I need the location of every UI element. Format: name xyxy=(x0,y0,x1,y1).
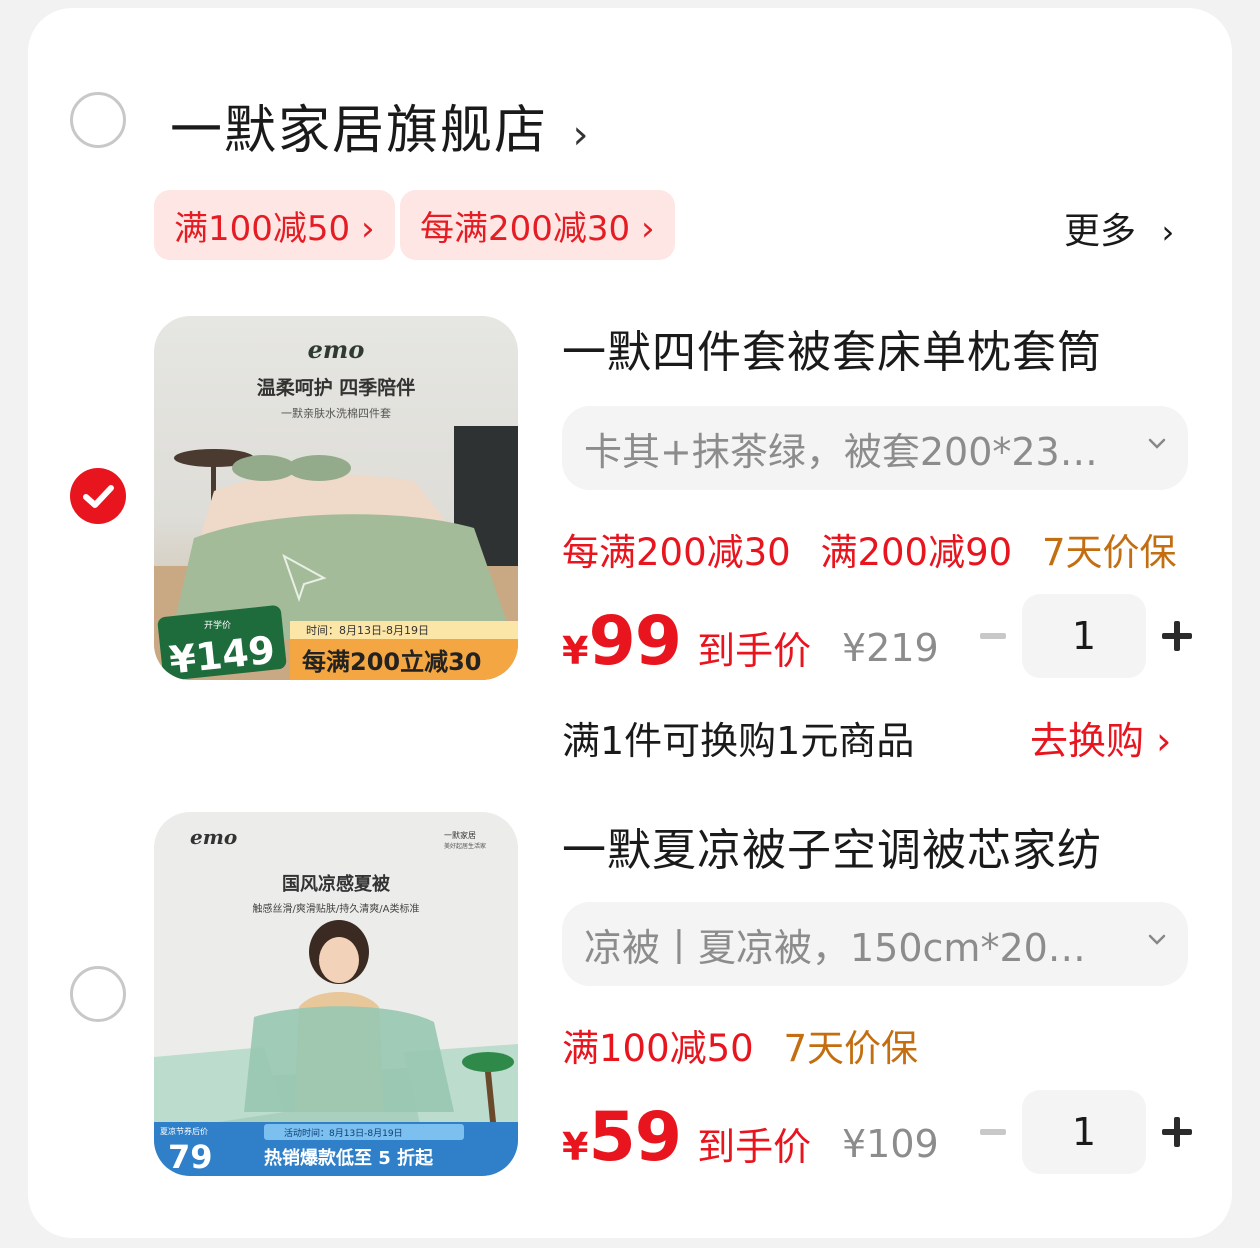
minus-icon[interactable] xyxy=(980,1129,1006,1135)
image-badge-price-text: 79 xyxy=(168,1138,213,1176)
image-event-time-text: 活动时间：8月13日-8月19日 xyxy=(284,1127,403,1139)
image-event-text: 热销爆款低至 5 折起 xyxy=(264,1147,434,1169)
image-event-time-text: 时间：8月13日-8月19日 xyxy=(306,624,429,637)
sku-text: 卡其+抹茶绿，被套200*23… xyxy=(584,429,1098,474)
image-brand-text: emo xyxy=(190,825,237,849)
exchange-offer-text: 满1件可换购1元商品 xyxy=(562,719,915,763)
item-select-radio[interactable] xyxy=(70,468,126,524)
original-price: ¥109 xyxy=(842,1122,939,1166)
price-value: 59 xyxy=(588,1098,682,1177)
more-label: 更多 xyxy=(1064,211,1137,252)
final-price: ¥ 59 到手价 xyxy=(562,1098,811,1177)
image-headline-text: 国风凉感夏被 xyxy=(282,873,391,895)
item-select-radio[interactable] xyxy=(70,966,126,1022)
price-label: 到手价 xyxy=(697,1125,812,1169)
promo-tags: 满100减50 7天价保 xyxy=(562,1018,918,1072)
sku-text: 凉被丨夏凉被，150cm*20… xyxy=(584,925,1086,970)
chevron-right-icon: › xyxy=(1161,213,1175,251)
promo-tag: 每满200减30 xyxy=(562,531,791,574)
promo-tag: 满100减50 xyxy=(562,1027,754,1070)
image-event-text: 每满200立减30 xyxy=(302,648,482,676)
sku-selector[interactable]: 卡其+抹茶绿，被套200*23… xyxy=(562,406,1188,490)
quantity-input[interactable]: 1 xyxy=(1022,1090,1146,1174)
product-title[interactable]: 一默夏凉被子空调被芯家纺 xyxy=(562,814,1102,878)
product-image[interactable]: emo 温柔呵护 四季陪伴 一默亲肤水洗棉四件套 时间：8月13日-8月19日 … xyxy=(154,316,518,680)
more-coupons-button[interactable]: 更多 › xyxy=(1064,202,1174,254)
image-corner-logo: 一默家居 xyxy=(444,830,476,840)
price-label: 到手价 xyxy=(697,629,812,673)
image-corner-sub: 美好起居生活家 xyxy=(444,842,486,850)
store-name-link[interactable]: 一默家居旗舰店 › xyxy=(170,88,591,163)
coupon-chip[interactable]: 满100减50 › xyxy=(154,190,395,260)
promo-tag: 满200减90 xyxy=(820,531,1013,574)
sku-selector[interactable]: 凉被丨夏凉被，150cm*20… xyxy=(562,902,1188,986)
store-card: 一默家居旗舰店 › 满100减50 › 每满200减30 › 更多 › emo … xyxy=(28,8,1232,1238)
store-select-radio[interactable] xyxy=(70,92,126,148)
promo-tags: 每满200减30 满200减90 7天价保 xyxy=(562,522,1176,576)
image-headline-text: 温柔呵护 四季陪伴 xyxy=(257,376,416,399)
plus-icon[interactable] xyxy=(1162,621,1192,651)
image-subline-text: 触感丝滑/爽滑贴肤/持久清爽/A类标准 xyxy=(253,902,420,915)
coupon-chip[interactable]: 每满200减30 › xyxy=(400,190,675,260)
currency-symbol: ¥ xyxy=(562,1125,589,1169)
original-price: ¥219 xyxy=(842,626,939,670)
price-protect-tag: 7天价保 xyxy=(783,1027,919,1070)
chevron-down-icon xyxy=(1148,438,1166,449)
chevron-down-icon xyxy=(1148,934,1166,945)
image-subline-text: 一默亲肤水洗棉四件套 xyxy=(281,406,391,420)
product-image[interactable]: emo 一默家居 美好起居生活家 国风凉感夏被 触感丝滑/爽滑贴肤/持久清爽/A… xyxy=(154,812,518,1176)
image-badge-tag-text: 夏凉节券后价 xyxy=(160,1126,208,1136)
minus-icon[interactable] xyxy=(980,633,1006,639)
plus-icon[interactable] xyxy=(1162,1117,1192,1147)
chevron-right-icon: › xyxy=(572,112,591,158)
store-name: 一默家居旗舰店 xyxy=(170,101,549,161)
image-brand-text: emo xyxy=(308,335,365,364)
exchange-button[interactable]: 去换购 › xyxy=(1030,710,1171,765)
currency-symbol: ¥ xyxy=(562,629,589,673)
image-badge-tag-text: 开学价 xyxy=(204,619,231,631)
price-protect-tag: 7天价保 xyxy=(1041,531,1177,574)
price-value: 99 xyxy=(588,602,682,681)
quantity-input[interactable]: 1 xyxy=(1022,594,1146,678)
final-price: ¥ 99 到手价 xyxy=(562,602,811,681)
check-icon xyxy=(83,485,114,508)
product-title[interactable]: 一默四件套被套床单枕套筒 xyxy=(562,316,1102,380)
